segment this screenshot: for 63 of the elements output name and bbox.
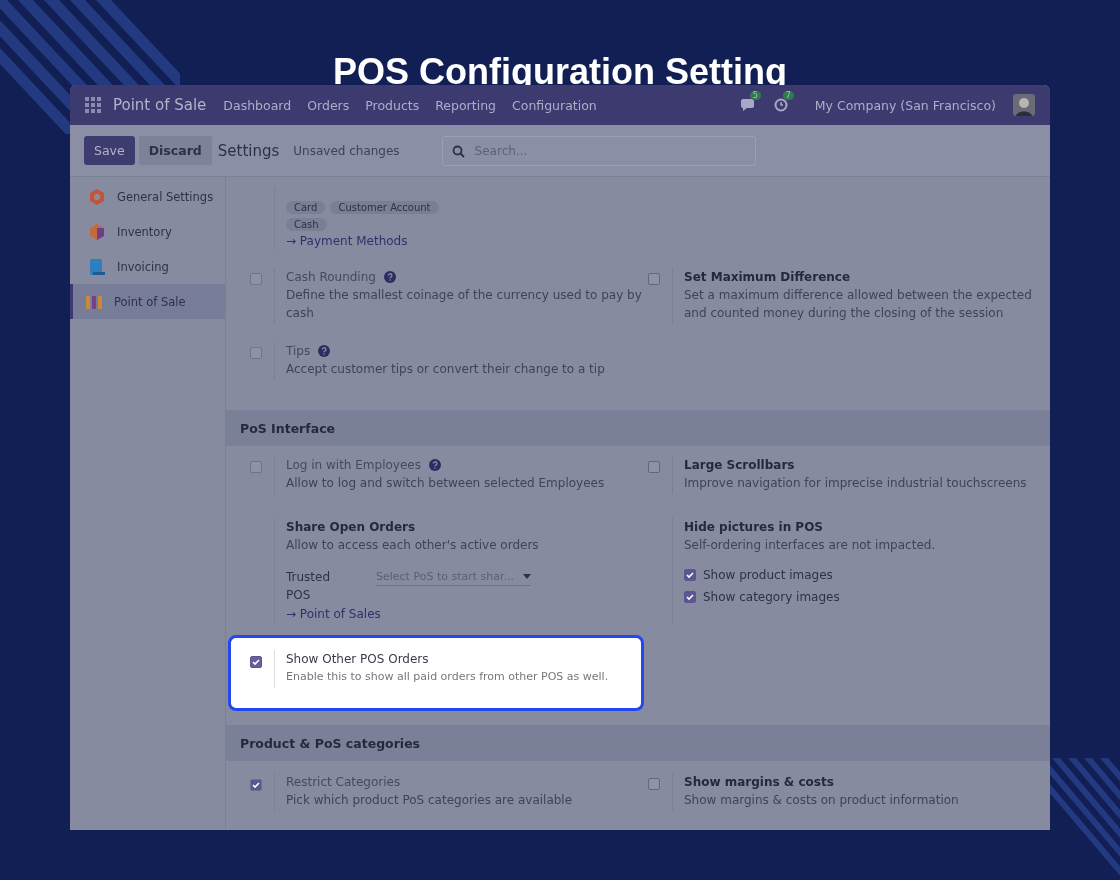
avatar-icon[interactable] <box>1013 94 1035 116</box>
caret-icon <box>523 574 531 579</box>
app-icon <box>88 187 106 206</box>
setting-title: Restrict Categories <box>286 774 401 791</box>
app-name[interactable]: Point of Sale <box>113 96 207 114</box>
setting-title: Show Other POS Orders <box>286 651 429 668</box>
menu-item[interactable]: Products <box>365 97 420 113</box>
setting-description: Show margins & costs on product information <box>684 792 960 809</box>
setting-title: Log in with Employees <box>286 457 421 474</box>
setting-description: Set a maximum difference allowed between the expected and counted money during the closing of the session <box>684 287 1033 322</box>
setting-title: Tips <box>286 343 311 360</box>
sidebar-item[interactable]: Inventory <box>70 214 225 249</box>
menu-item[interactable]: Dashboard <box>223 97 292 113</box>
setting-description: Allow to access each other's active orders <box>286 537 540 554</box>
option-label: Show category images <box>703 590 840 604</box>
checkbox[interactable] <box>648 461 660 473</box>
setting-description: Define the smallest coinage of the currency used to pay by cash <box>286 287 643 322</box>
tag: Card <box>286 201 326 214</box>
setting-description: Improve navigation for imprecise industrial touchscreens <box>684 475 1028 492</box>
checkbox[interactable] <box>684 591 696 603</box>
menu-item[interactable]: Orders <box>307 97 350 113</box>
sidebar-item[interactable]: Point of Sale <box>70 284 225 319</box>
checkbox[interactable] <box>250 656 262 668</box>
setting-title: Share Open Orders <box>286 519 416 536</box>
setting-description: Self-ordering interfaces are not impacted. <box>684 537 937 554</box>
option-label: Show product images <box>703 568 833 582</box>
unsaved-status: Unsaved changes <box>293 143 400 158</box>
app-icon <box>88 222 106 241</box>
checkbox[interactable] <box>648 778 660 790</box>
save-button[interactable]: Save <box>84 136 135 165</box>
company-name[interactable]: My Company (San Francisco) <box>814 97 996 113</box>
app-grid-icon[interactable] <box>85 97 101 113</box>
menu-item[interactable]: Reporting <box>435 97 496 113</box>
setting-title: Large Scrollbars <box>684 457 795 474</box>
section-header: PoS Interface <box>226 410 1050 446</box>
setting-description: Allow to log and switch between selected Employees <box>286 475 606 492</box>
point-of-sales-link[interactable]: → Point of Sales <box>286 607 648 621</box>
clock-icon[interactable] <box>773 98 788 112</box>
checkbox[interactable] <box>648 273 660 285</box>
setting-title: Show margins & costs <box>684 774 834 791</box>
setting-description: Accept customer tips or convert their change to a tip <box>286 361 606 378</box>
field-label: Trusted POS <box>286 569 332 604</box>
setting-title: Set Maximum Difference <box>684 269 851 286</box>
setting-description: Enable this to show all paid orders from other POS as well. <box>286 669 610 685</box>
message-count: 5 <box>749 91 761 100</box>
sidebar-item[interactable]: General Settings <box>70 179 225 214</box>
section-header: Product & PoS categories <box>226 725 1050 761</box>
menu-item[interactable]: Configuration <box>512 97 597 113</box>
page-title: POS Configuration Setting <box>333 50 787 92</box>
chat-icon[interactable] <box>740 98 757 112</box>
search-icon <box>451 144 465 158</box>
sidebar-item[interactable]: Invoicing <box>70 249 225 284</box>
payment-methods-link[interactable]: → Payment Methods <box>286 234 648 248</box>
tag: Customer Account <box>330 201 439 214</box>
breadcrumb: Settings <box>217 141 280 160</box>
discard-button[interactable]: Discard <box>138 136 212 165</box>
activity-count: 7 <box>782 91 794 100</box>
setting-description: Pick which product PoS categories are available <box>286 792 574 809</box>
app-icon <box>88 257 106 276</box>
setting-title: Cash Rounding <box>286 269 376 286</box>
tag: Cash <box>286 218 327 231</box>
setting-title: Hide pictures in POS <box>684 519 823 536</box>
checkbox[interactable] <box>684 569 696 581</box>
